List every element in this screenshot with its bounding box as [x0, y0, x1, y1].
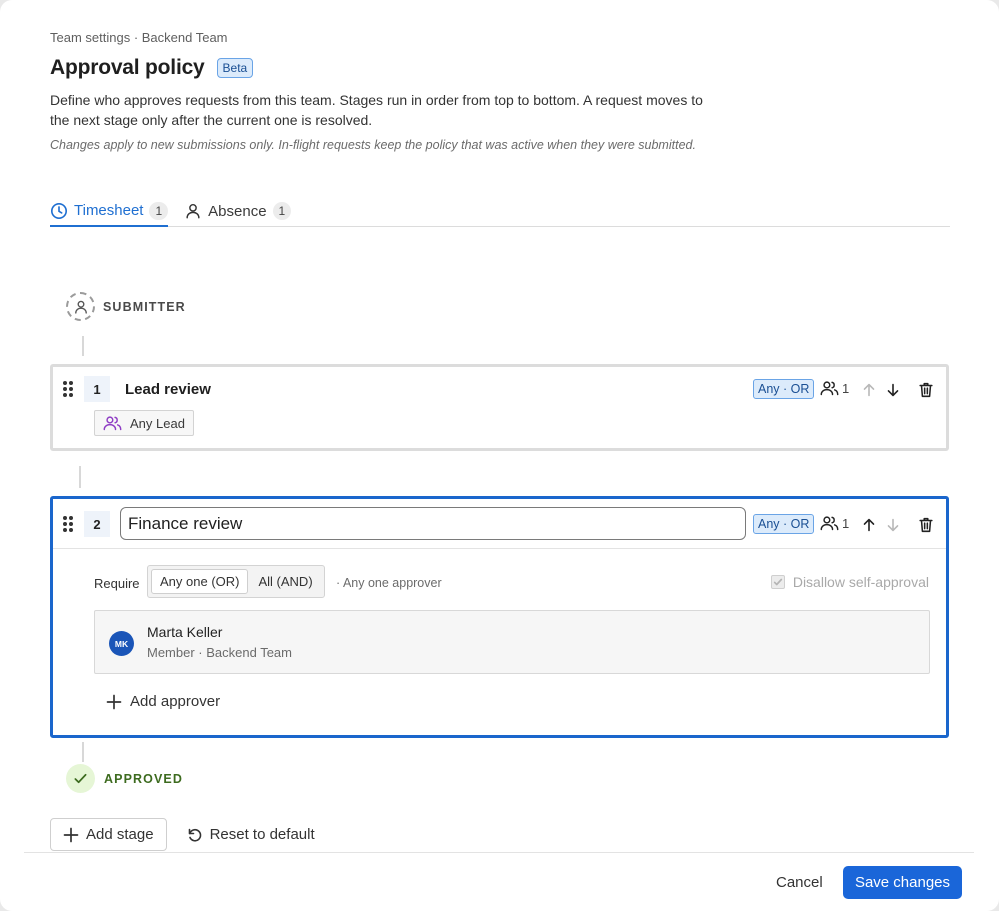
require-label: Require [94, 576, 140, 591]
tab-absence[interactable]: Absence 1 [184, 196, 292, 226]
approver-card[interactable]: MK Marta Keller Member · Backend Team [94, 610, 930, 674]
people-icon [820, 516, 839, 531]
cancel-button[interactable]: Cancel [764, 870, 835, 895]
approver-role: Member · Backend Team [147, 645, 292, 660]
stage-name[interactable]: Lead review [125, 381, 211, 398]
move-down-icon[interactable] [883, 380, 903, 400]
person-icon [186, 203, 200, 219]
approval-mode-badge[interactable]: Any · OR [753, 514, 815, 534]
require-all-option[interactable]: All (AND) [250, 570, 320, 593]
stage-card-1: 1 Lead review Any · OR 1 Any Lead [50, 364, 949, 451]
disallow-self-approval[interactable]: Disallow self-approval [770, 574, 929, 590]
plus-icon [63, 827, 79, 842]
add-stage-button[interactable]: Add stage [50, 818, 167, 851]
divider [53, 548, 946, 549]
save-changes-button[interactable]: Save changes [843, 866, 962, 899]
require-any-one-option[interactable]: Any one (OR) [151, 569, 249, 594]
submitter-label: SUBMITTER [103, 299, 186, 314]
page-note: Changes apply to new submissions only. I… [50, 138, 696, 152]
flow-start-submitter: SUBMITTER [66, 292, 186, 321]
disallow-self-approval-checkbox[interactable] [770, 575, 785, 589]
clock-icon [50, 202, 68, 219]
approver-chip-label: Any Lead [130, 415, 185, 431]
disallow-self-approval-label: Disallow self-approval [792, 574, 929, 590]
require-mode-toggle: Any one (OR) All (AND) [147, 565, 325, 598]
approval-policy-dialog: Team settings · Backend Team Approval po… [0, 0, 999, 911]
people-icon [820, 381, 839, 396]
footer-divider [24, 852, 974, 853]
approved-label: APPROVED [104, 771, 183, 786]
flow-connector [82, 742, 84, 762]
approver-chip-any-lead[interactable]: Any Lead [94, 410, 194, 436]
check-icon [66, 764, 95, 793]
move-up-icon[interactable] [859, 515, 879, 535]
move-down-icon[interactable] [883, 515, 903, 535]
require-hint: · Any one approver [336, 576, 442, 590]
tab-label: Timesheet [74, 202, 144, 219]
drag-handle-icon[interactable] [63, 516, 75, 534]
delete-stage-icon[interactable] [916, 380, 936, 400]
title-row: Approval policy Beta [50, 56, 254, 80]
move-up-icon[interactable] [859, 380, 879, 400]
approver-count: 1 [820, 380, 849, 396]
approval-mode-badge[interactable]: Any · OR [753, 379, 815, 399]
add-approver-button[interactable]: Add approver [106, 693, 220, 710]
breadcrumb: Team settings · Backend Team [50, 30, 228, 45]
group-icon [103, 416, 122, 431]
add-approver-label: Add approver [130, 693, 221, 710]
plus-icon [106, 694, 122, 709]
reset-to-default-button[interactable]: Reset to default [187, 826, 315, 843]
submitter-icon [66, 292, 95, 321]
stage-number: 1 [84, 376, 110, 402]
tab-count-badge: 1 [149, 201, 169, 220]
delete-stage-icon[interactable] [916, 515, 936, 535]
flow-end-approved: APPROVED [66, 764, 183, 793]
flow-connector [79, 466, 81, 488]
approver-count-value: 1 [842, 380, 850, 396]
tab-label: Absence [208, 202, 267, 220]
approver-count-value: 1 [842, 515, 850, 531]
approver-name: Marta Keller [147, 624, 223, 640]
stage-actions: Add stage Reset to default [50, 818, 315, 851]
flow-connector [82, 336, 84, 356]
beta-badge: Beta [216, 58, 254, 78]
add-stage-label: Add stage [86, 826, 154, 843]
reset-label: Reset to default [209, 826, 315, 843]
stage-card-2: 2 Any · OR 1 Require Any one (OR) All (A… [50, 496, 949, 738]
policy-tabs: Timesheet 1 Absence 1 [50, 196, 950, 227]
drag-handle-icon[interactable] [63, 381, 75, 399]
stage-name-input[interactable] [120, 507, 746, 540]
page-description: Define who approves requests from this t… [50, 92, 703, 128]
page-title: Approval policy [50, 56, 205, 79]
approver-count: 1 [820, 515, 849, 531]
avatar: MK [109, 631, 134, 656]
stage-number: 2 [84, 511, 110, 537]
reset-icon [188, 828, 201, 842]
tab-timesheet[interactable]: Timesheet 1 [50, 196, 169, 227]
tab-count-badge: 1 [272, 202, 292, 220]
